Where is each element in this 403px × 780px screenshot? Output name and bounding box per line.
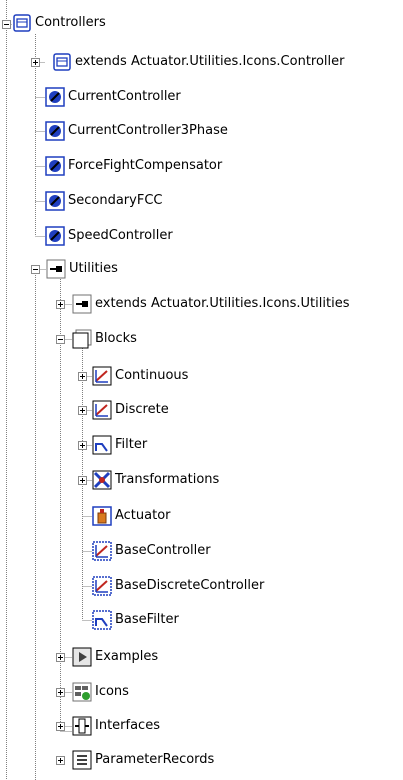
- tree-node-utilities[interactable]: Utilities: [46, 254, 119, 284]
- tree-node-controller[interactable]: SecondaryFCC: [45, 186, 163, 216]
- utilities-icon: [72, 294, 92, 314]
- icons-package-icon: [72, 682, 92, 702]
- tree-node-parameterrecords[interactable]: ParameterRecords: [72, 745, 215, 775]
- interfaces-icon: [72, 716, 92, 736]
- tree-node-label: Interfaces: [95, 718, 160, 733]
- tree-node-transformations[interactable]: Transformations: [92, 465, 220, 495]
- block-icon: [92, 576, 112, 596]
- block-package-icon: [92, 366, 112, 386]
- tree-node-actuator[interactable]: Actuator: [92, 501, 172, 531]
- tree-node-interfaces[interactable]: Interfaces: [72, 711, 161, 741]
- block-package-icon: [92, 400, 112, 420]
- tree-node-controller[interactable]: ForceFightCompensator: [45, 151, 223, 181]
- collapse-toggle-utilities[interactable]: [31, 265, 40, 274]
- tree-node-discrete[interactable]: Discrete: [92, 395, 170, 425]
- filter-icon: [92, 435, 112, 455]
- expand-toggle-filter[interactable]: [78, 441, 87, 450]
- expand-toggle-utilities-extends[interactable]: [56, 300, 65, 309]
- expand-toggle-continuous[interactable]: [78, 372, 87, 381]
- tree-node-blocks[interactable]: Blocks: [72, 324, 138, 354]
- controller-icon: [45, 191, 65, 211]
- tree-node-utilities-extends[interactable]: extends Actuator.Utilities.Icons.Utiliti…: [72, 289, 350, 319]
- tree-node-continuous[interactable]: Continuous: [92, 361, 189, 391]
- collapse-toggle-blocks[interactable]: [56, 335, 65, 344]
- tree-node-label: Filter: [115, 437, 148, 452]
- tree-node-basecontroller[interactable]: BaseController: [92, 536, 212, 566]
- tree-node-label: Utilities: [69, 261, 118, 276]
- controller-icon: [45, 156, 65, 176]
- tree-node-label: Icons: [95, 684, 129, 699]
- tree-node-label: extends Actuator.Utilities.Icons.Utiliti…: [95, 296, 350, 311]
- tree-node-filter[interactable]: Filter: [92, 430, 148, 460]
- tree-node-label: Transformations: [115, 472, 220, 487]
- blocks-icon: [72, 329, 92, 349]
- package-tree: Controllers extends Actuator.Utilities.I…: [0, 0, 403, 780]
- expand-toggle-icons[interactable]: [56, 688, 65, 697]
- tree-node-label: CurrentController: [68, 89, 181, 104]
- tree-node-label: BaseDiscreteController: [115, 578, 265, 593]
- tree-node-label: ForceFightCompensator: [68, 158, 223, 173]
- controller-icon: [45, 121, 65, 141]
- tree-node-label: Controllers: [35, 15, 106, 30]
- transformations-icon: [92, 470, 112, 490]
- actuator-icon: [92, 506, 112, 526]
- tree-node-basediscretecontroller[interactable]: BaseDiscreteController: [92, 571, 265, 601]
- tree-node-label: Continuous: [115, 368, 189, 383]
- tree-node-controller[interactable]: CurrentController3Phase: [45, 116, 229, 146]
- tree-node-controllers-extends[interactable]: extends Actuator.Utilities.Icons.Control…: [52, 47, 346, 77]
- expand-toggle-discrete[interactable]: [78, 406, 87, 415]
- tree-node-basefilter[interactable]: BaseFilter: [92, 605, 180, 635]
- utilities-icon: [46, 259, 66, 279]
- tree-node-label: Actuator: [115, 508, 171, 523]
- controller-icon: [45, 226, 65, 246]
- expand-toggle-parameterrecords[interactable]: [56, 756, 65, 765]
- tree-node-controller[interactable]: SpeedController: [45, 221, 174, 251]
- tree-node-label: Examples: [95, 649, 159, 664]
- expand-toggle-examples[interactable]: [56, 653, 65, 662]
- block-icon: [92, 541, 112, 561]
- collapse-toggle-controllers[interactable]: [2, 20, 11, 29]
- tree-node-label: extends Actuator.Utilities.Icons.Control…: [75, 54, 345, 69]
- filter-icon: [92, 610, 112, 630]
- expand-toggle-interfaces[interactable]: [56, 722, 65, 731]
- tree-node-label: Blocks: [95, 331, 137, 346]
- tree-node-label: CurrentController3Phase: [68, 123, 228, 138]
- records-icon: [72, 750, 92, 770]
- controller-icon: [45, 87, 65, 107]
- tree-node-label: ParameterRecords: [95, 752, 215, 767]
- expand-toggle-transformations[interactable]: [78, 476, 87, 485]
- tree-node-label: SpeedController: [68, 228, 173, 243]
- tree-node-controllers[interactable]: Controllers: [12, 8, 107, 38]
- examples-icon: [72, 647, 92, 667]
- tree-node-label: BaseController: [115, 543, 211, 558]
- tree-node-icons[interactable]: Icons: [72, 677, 130, 707]
- expand-toggle-controllers-extends[interactable]: [31, 58, 40, 67]
- tree-node-label: SecondaryFCC: [68, 193, 163, 208]
- tree-node-controller[interactable]: CurrentController: [45, 82, 182, 112]
- tree-node-examples[interactable]: Examples: [72, 642, 159, 672]
- package-icon: [52, 52, 72, 72]
- tree-node-label: BaseFilter: [115, 612, 179, 627]
- package-icon: [12, 13, 32, 33]
- tree-node-label: Discrete: [115, 402, 169, 417]
